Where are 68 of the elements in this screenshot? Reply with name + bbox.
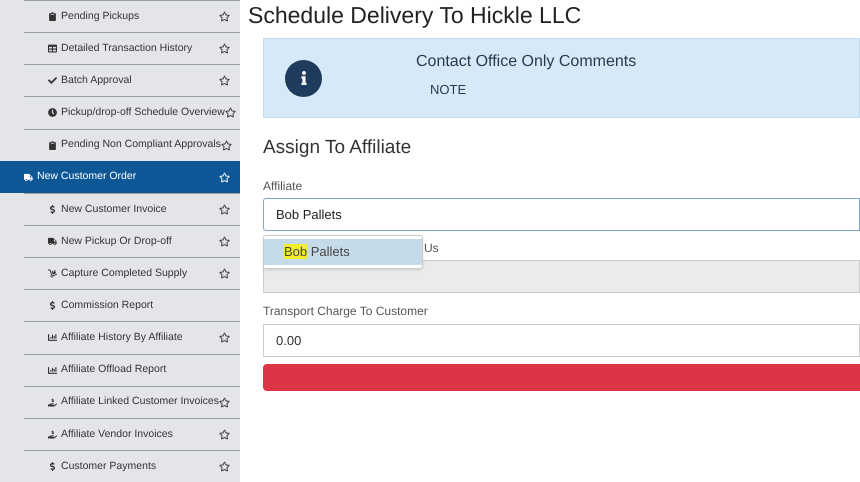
bar-chart-icon xyxy=(48,333,57,342)
star-icon[interactable] xyxy=(219,461,230,472)
sidebar-item-label: Affiliate History By Affiliate xyxy=(61,330,184,346)
star-icon[interactable] xyxy=(219,428,230,440)
field-label: Us xyxy=(424,240,440,257)
bar-chart-icon xyxy=(48,366,57,375)
sidebar-item[interactable]: Pending Pickups xyxy=(24,0,240,32)
sidebar-item-label: Detailed Transaction History xyxy=(61,40,194,56)
cart-icon xyxy=(48,269,57,278)
truck-icon xyxy=(48,237,57,246)
affiliate-input[interactable]: Bob Pallets xyxy=(263,198,860,231)
sidebar-item-label: Customer Payments xyxy=(61,458,158,474)
suggestion-item[interactable]: Bob Pallets xyxy=(264,239,422,265)
sidebar-item-label: Affiliate Vendor Invoices xyxy=(61,426,174,442)
transport-charge-input[interactable]: 0.00 xyxy=(263,324,860,357)
sidebar-item[interactable]: Pickup/drop-off Schedule Overview xyxy=(24,96,240,129)
sidebar-item[interactable]: Batch Approval xyxy=(24,64,240,96)
sidebar-item[interactable]: Affiliate History By Affiliate xyxy=(24,321,240,354)
sidebar-item[interactable]: Affiliate Vendor Invoices xyxy=(24,418,240,450)
dollar-icon xyxy=(48,204,57,214)
info-icon xyxy=(285,60,322,96)
hand-icon xyxy=(48,430,57,439)
sidebar-item-label: Pending Pickups xyxy=(61,8,140,24)
sidebar-item-label: New Pickup Or Drop-off xyxy=(61,234,173,249)
sidebar-item[interactable]: Customer Payments xyxy=(24,450,240,482)
field-label: Transport Charge To Customer xyxy=(263,303,429,320)
sidebar-item-label: Affiliate Linked Customer Invoices xyxy=(61,394,219,410)
star-icon[interactable] xyxy=(219,332,230,344)
dollar-icon xyxy=(48,301,57,310)
star-icon[interactable] xyxy=(219,43,230,54)
page-title: Schedule Delivery To Hickle LLC xyxy=(248,1,582,30)
field-label: Affiliate xyxy=(263,178,304,195)
check-icon xyxy=(48,76,57,86)
star-icon[interactable] xyxy=(220,140,232,151)
sidebar-item[interactable]: Commission Report xyxy=(24,289,240,322)
sidebar-item[interactable]: New Customer Invoice xyxy=(24,192,240,225)
star-icon[interactable] xyxy=(219,236,230,248)
star-icon[interactable] xyxy=(219,268,230,280)
sidebar-item[interactable]: Affiliate Linked Customer Invoices xyxy=(24,386,240,418)
sidebar-item[interactable]: New Pickup Or Drop-off xyxy=(24,224,240,258)
truck-icon xyxy=(24,172,33,182)
star-icon[interactable] xyxy=(219,172,230,183)
sidebar-item-label: Commission Report xyxy=(61,298,154,313)
hand-icon xyxy=(48,398,57,407)
sidebar-item-label: Pending Non Compliant Approvals xyxy=(61,137,221,152)
note-text: NOTE xyxy=(430,81,468,100)
sidebar-item[interactable]: Affiliate Offload Report xyxy=(24,354,240,386)
star-icon[interactable] xyxy=(219,396,230,408)
clipboard-icon xyxy=(48,12,57,22)
sidebar-item-label: New Customer Order xyxy=(37,169,138,184)
table-icon xyxy=(48,44,57,54)
sidebar-item-label: Capture Completed Supply xyxy=(61,266,188,281)
star-icon[interactable] xyxy=(219,204,230,215)
sidebar-item-label: Batch Approval xyxy=(61,72,133,88)
sidebar-item[interactable]: New Customer Order xyxy=(0,160,240,193)
sidebar-item-label: Pickup/drop-off Schedule Overview xyxy=(61,105,225,120)
sidebar-item-label: New Customer Invoice xyxy=(61,202,168,217)
clock-icon xyxy=(48,108,57,118)
clipboard-icon xyxy=(48,140,57,150)
sidebar-item[interactable]: Capture Completed Supply xyxy=(24,257,240,290)
sidebar-item-label: Affiliate Offload Report xyxy=(61,362,168,378)
dollar-icon xyxy=(48,462,57,472)
star-icon[interactable] xyxy=(219,11,230,22)
note-heading: Contact Office Only Comments xyxy=(416,52,636,72)
star-icon[interactable] xyxy=(224,107,236,118)
section-title: Assign To Affiliate xyxy=(263,138,412,157)
sidebar-item[interactable]: Detailed Transaction History xyxy=(24,32,240,64)
star-icon[interactable] xyxy=(219,75,230,86)
